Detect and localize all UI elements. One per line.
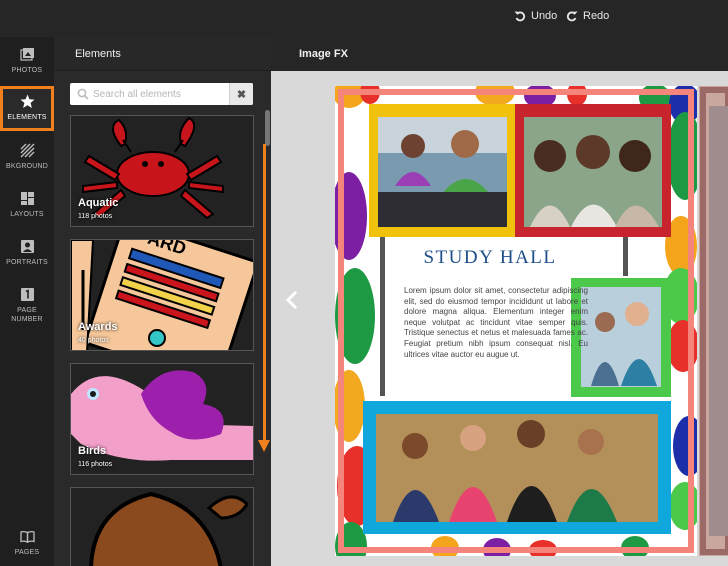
rail-item-pages-label: PAGES bbox=[14, 549, 40, 556]
category-name: Aquatic bbox=[78, 197, 119, 209]
layouts-icon bbox=[20, 192, 34, 205]
undo-label: Undo bbox=[531, 10, 558, 22]
rail-item-photos[interactable]: PHOTOS bbox=[0, 45, 54, 85]
search-box: ✖ bbox=[70, 83, 253, 105]
rail-item-background-label: BKGROUND bbox=[5, 163, 49, 170]
redo-icon bbox=[566, 11, 578, 22]
rail-item-photos-label: PHOTOS bbox=[11, 67, 43, 74]
arrow-down-icon bbox=[258, 440, 270, 452]
canvas-title: Image FX bbox=[299, 48, 348, 60]
acorn-illustration bbox=[71, 488, 253, 566]
rail-item-background[interactable]: BKGROUND bbox=[0, 143, 54, 183]
next-page-preview[interactable] bbox=[699, 86, 728, 556]
top-bar: Undo Redo bbox=[0, 0, 728, 37]
app-window: Undo Redo PHOTOS ELEMENTS BKGROUND LAYOU… bbox=[0, 0, 728, 566]
rail-item-portraits[interactable]: PORTRAITS bbox=[0, 239, 54, 279]
background-pattern-icon bbox=[20, 143, 34, 158]
award-certificate-illustration: ARD bbox=[71, 240, 253, 350]
scroll-hint-arrow-line bbox=[263, 144, 266, 442]
next-page-art bbox=[699, 86, 728, 556]
undo-icon bbox=[514, 11, 526, 22]
book-icon bbox=[19, 530, 35, 543]
undo-button[interactable]: Undo bbox=[514, 10, 557, 22]
rail-item-layouts-label: LAYOUTS bbox=[10, 211, 44, 218]
category-count: 118 photos bbox=[78, 213, 113, 220]
category-count: 116 photos bbox=[78, 461, 113, 468]
category-tile-birds[interactable]: Birds 116 photos bbox=[70, 363, 254, 475]
elements-panel: Elements ✖ bbox=[54, 37, 271, 566]
category-count: 40 photos bbox=[78, 337, 109, 344]
category-name: Awards bbox=[78, 321, 118, 333]
panel-title: Elements bbox=[75, 48, 121, 60]
design-canvas: STUDY HALL Lorem ipsum dolor sit amet, c… bbox=[271, 71, 728, 566]
panel-scrollbar[interactable] bbox=[265, 110, 270, 146]
rail-item-portraits-label: PORTRAITS bbox=[6, 259, 48, 266]
redo-button[interactable]: Redo bbox=[566, 10, 609, 22]
category-tile-next[interactable] bbox=[70, 487, 254, 566]
rail-item-pages[interactable]: PAGES bbox=[0, 529, 54, 561]
crab-illustration bbox=[71, 116, 253, 226]
rail-item-elements-label: ELEMENTS bbox=[7, 114, 47, 121]
panel-header: Elements bbox=[54, 37, 271, 71]
chevron-left-icon[interactable] bbox=[285, 290, 299, 310]
canvas-header: Image FX bbox=[271, 37, 728, 71]
redo-label: Redo bbox=[583, 10, 610, 22]
close-icon: ✖ bbox=[236, 88, 247, 101]
rail-item-layouts[interactable]: LAYOUTS bbox=[0, 191, 54, 231]
category-tile-awards[interactable]: ARD Awards 40 photos bbox=[70, 239, 254, 351]
page-body-text[interactable]: Lorem ipsum dolor sit amet, consectetur … bbox=[404, 286, 588, 360]
search-input[interactable] bbox=[93, 86, 223, 102]
page-heading[interactable]: STUDY HALL bbox=[405, 247, 575, 269]
rail-item-elements[interactable]: ELEMENTS bbox=[0, 86, 54, 131]
category-name: Birds bbox=[78, 445, 107, 457]
clear-search-button[interactable]: ✖ bbox=[229, 83, 253, 105]
star-icon bbox=[20, 94, 34, 108]
yearbook-page[interactable]: STUDY HALL Lorem ipsum dolor sit amet, c… bbox=[335, 86, 697, 556]
search-icon bbox=[77, 88, 89, 100]
page-number-icon bbox=[20, 288, 34, 301]
rail-item-page-number-label: PAGE bbox=[17, 307, 37, 314]
photos-icon bbox=[19, 48, 34, 61]
portrait-icon bbox=[20, 240, 34, 253]
category-tile-aquatic[interactable]: Aquatic 118 photos bbox=[70, 115, 254, 227]
rail-item-page-number[interactable]: PAGE NUMBER bbox=[0, 287, 54, 331]
bird-illustration bbox=[71, 364, 253, 474]
rail-item-page-number-label-2: NUMBER bbox=[11, 316, 43, 323]
left-rail: PHOTOS ELEMENTS BKGROUND LAYOUTS PORTRAI… bbox=[0, 37, 54, 566]
